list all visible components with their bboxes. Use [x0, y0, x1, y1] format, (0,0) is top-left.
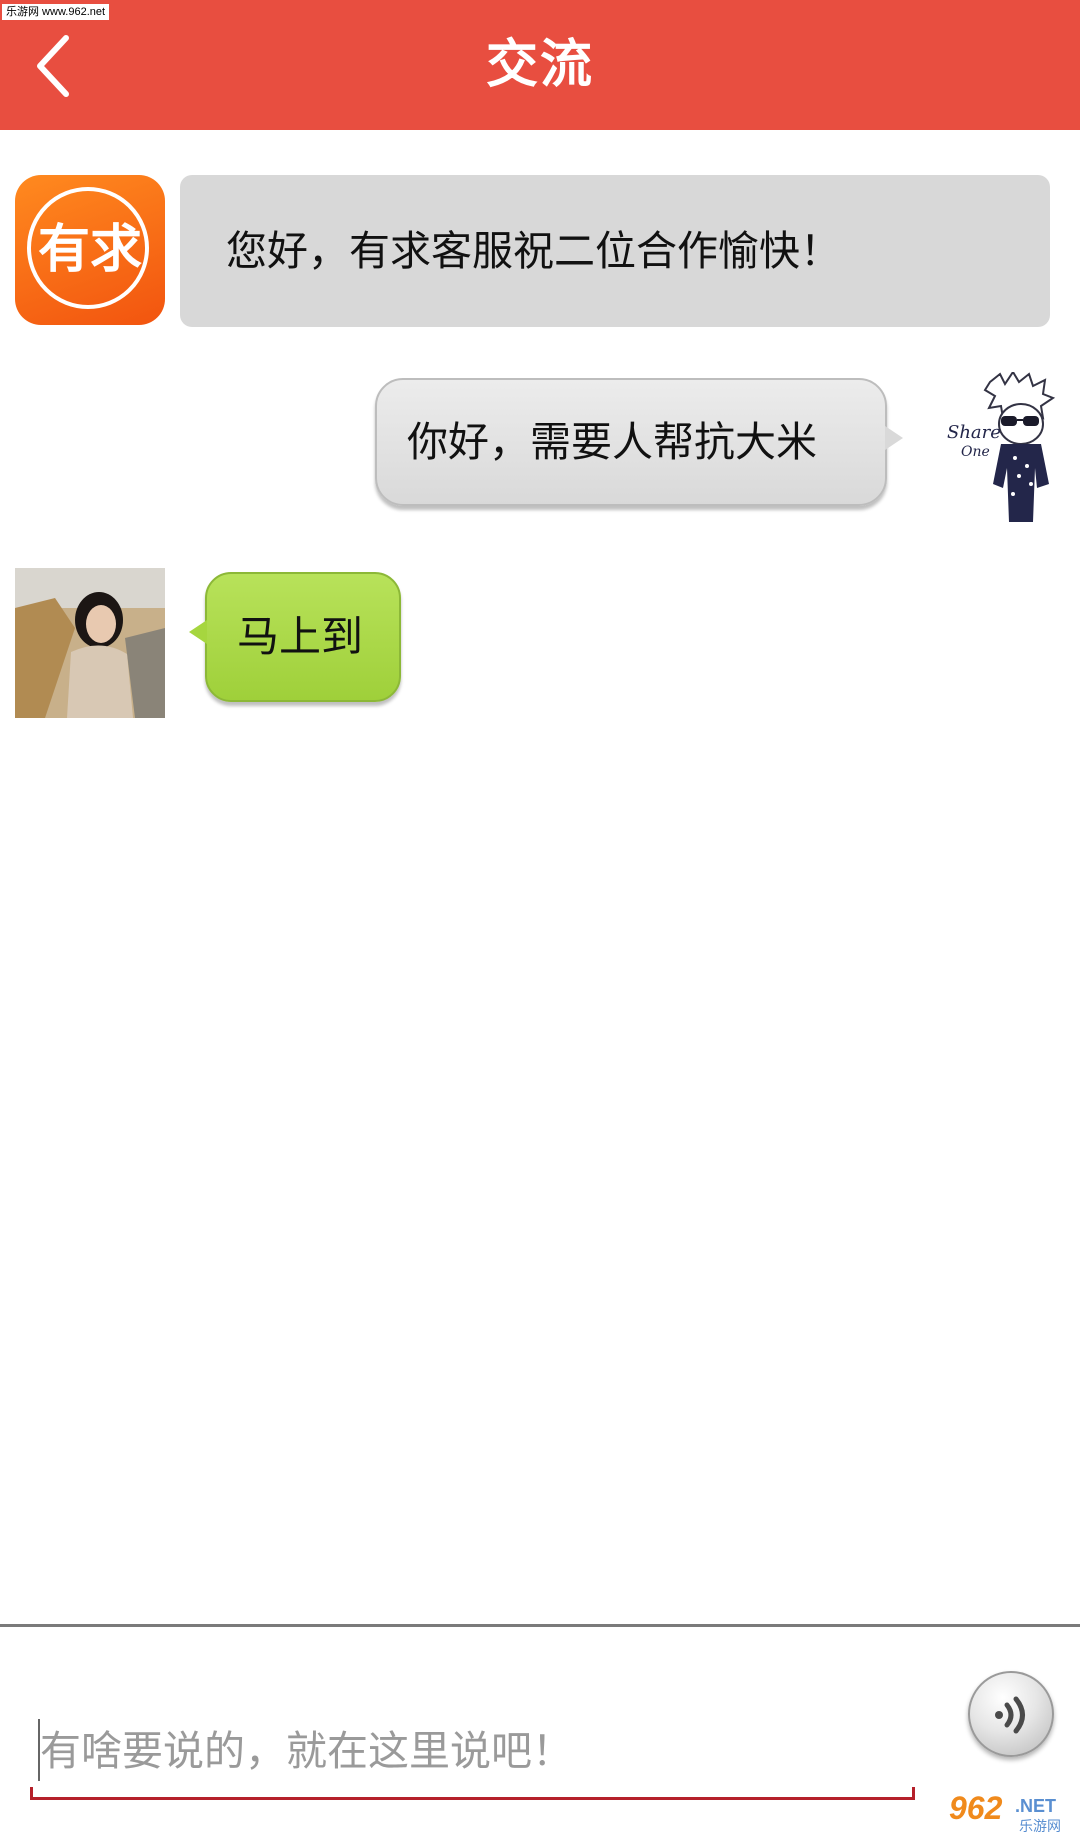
- underline-cap-right: [912, 1787, 915, 1799]
- cartoon-avatar-image: Share One: [947, 372, 1056, 522]
- bubble-tail: [885, 426, 903, 450]
- back-button[interactable]: [22, 26, 92, 106]
- watermark-bottom-logo: 962 .NET 乐游网: [945, 1790, 1075, 1836]
- message-bubble-service[interactable]: 您好，有求客服祝二位合作愉快！: [180, 175, 1050, 327]
- bubble-tail: [189, 620, 207, 644]
- chevron-left-icon: [37, 35, 69, 97]
- chat-screen: 交流 乐游网 www.962.net 有求 您好，有求客服祝二位合作愉快！ 你好…: [0, 0, 1080, 1840]
- svg-text:One: One: [961, 444, 990, 460]
- watermark-brand: 962: [949, 1790, 1003, 1826]
- watermark-net: .NET: [1015, 1796, 1057, 1816]
- voice-button[interactable]: [968, 1671, 1054, 1757]
- user-avatar[interactable]: Share One: [945, 372, 1065, 524]
- message-bubble-user[interactable]: 你好，需要人帮抗大米: [375, 378, 903, 506]
- watermark-top: 乐游网 www.962.net: [2, 4, 110, 20]
- watermark-sub: 乐游网: [1019, 1819, 1061, 1835]
- message-input[interactable]: [30, 1705, 915, 1800]
- composer-bar: [0, 1624, 1080, 1840]
- service-logo-text: 有求: [37, 220, 142, 280]
- header-bar: 交流 乐游网 www.962.net: [0, 0, 1080, 130]
- message-text: 你好，需要人帮抗大米: [407, 418, 817, 466]
- text-cursor: [38, 1719, 40, 1781]
- message-bubble-helper[interactable]: 马上到: [189, 572, 401, 702]
- message-text: 您好，有求客服祝二位合作愉快！: [226, 227, 841, 275]
- page-title: 交流: [485, 35, 594, 95]
- photo-avatar-image: [15, 568, 165, 718]
- svg-text:Share: Share: [947, 422, 1001, 443]
- service-avatar[interactable]: 有求: [15, 175, 165, 325]
- helper-avatar[interactable]: [15, 568, 165, 718]
- underline-cap-left: [30, 1787, 33, 1799]
- message-text: 马上到: [237, 612, 364, 661]
- voice-icon: [995, 1696, 1025, 1734]
